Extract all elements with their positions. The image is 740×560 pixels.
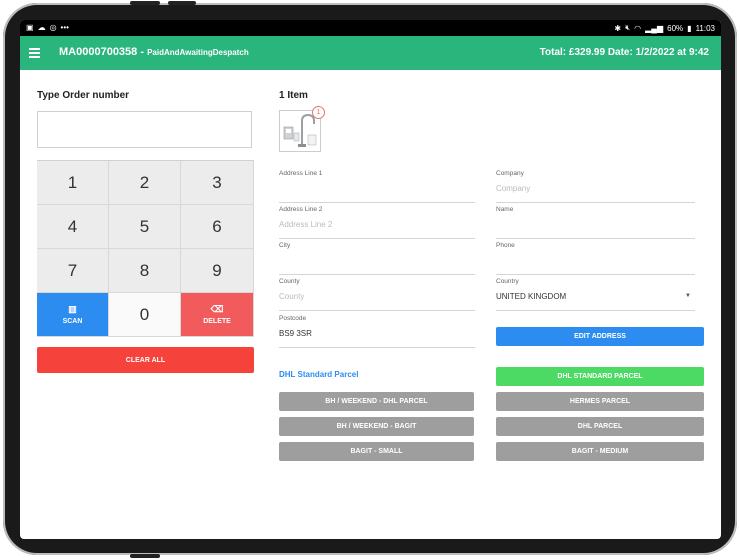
service-button-bh-weekend-bagit[interactable]: BH / WEEKEND - BAGIT [279, 417, 474, 436]
address-line2-label: Address Line 2 [279, 206, 323, 213]
postcode-value: BS9 3SR [279, 329, 312, 338]
address-line2-placeholder: Address Line 2 [279, 220, 333, 229]
company-field[interactable]: Company Company [496, 170, 695, 203]
scan-button[interactable]: ▥ SCAN [37, 293, 109, 337]
service-button-bagit-medium[interactable]: BAGIT - MEDIUM [496, 442, 704, 461]
order-totals: Total: £329.99 Date: 1/2/2022 at 9:42 [539, 47, 709, 58]
image-icon: ▣ [26, 23, 34, 32]
bluetooth-icon: ✱ [614, 23, 622, 33]
signal-icon: ▂▄▆ [645, 23, 664, 33]
phone-field[interactable]: Phone [496, 242, 695, 275]
name-field[interactable]: Name [496, 206, 695, 239]
screen: ▣ ☁ ◎ ••• ✱ 🔇︎ ◠ ▂▄▆ 60% ▮ 11:03 MA00007… [20, 20, 721, 539]
county-placeholder: County [279, 292, 305, 301]
edit-address-button[interactable]: EDIT ADDRESS [496, 327, 704, 346]
order-status: PaidAndAwaitingDespatch [147, 48, 249, 57]
name-label: Name [496, 206, 514, 213]
order-entry-panel: Type Order number 1 2 3 4 5 6 7 8 9 ▥ SC… [37, 90, 254, 373]
wifi-icon: ◠ [634, 23, 642, 33]
mute-icon: 🔇︎ [625, 23, 631, 32]
city-field[interactable]: City [279, 242, 475, 275]
service-button-dhl-standard[interactable]: DHL STANDARD PARCEL [496, 367, 704, 386]
clear-all-button[interactable]: CLEAR ALL [37, 347, 254, 373]
bottom-port [130, 554, 160, 558]
key-0[interactable]: 0 [109, 293, 181, 337]
key-5[interactable]: 5 [109, 205, 181, 249]
battery-icon: ▮ [687, 23, 692, 33]
items-heading: 1 Item [279, 90, 308, 101]
city-label: City [279, 242, 291, 249]
order-title-separator: - [137, 46, 148, 58]
address-line2-field[interactable]: Address Line 2 Address Line 2 [279, 206, 475, 239]
menu-icon[interactable] [29, 48, 40, 58]
company-label: Company [496, 170, 524, 177]
address-line1-field[interactable]: Address Line 1 [279, 170, 475, 203]
service-button-bh-weekend-dhl[interactable]: BH / WEEKEND - DHL PARCEL [279, 392, 474, 411]
status-icons-left: ▣ ☁ ◎ ••• [26, 23, 69, 32]
service-button-bagit-small[interactable]: BAGIT - SMALL [279, 442, 474, 461]
battery-level: 60% [667, 23, 684, 33]
county-field[interactable]: County County [279, 278, 475, 311]
barcode-icon: ▥ [68, 303, 77, 314]
status-bar: ▣ ☁ ◎ ••• ✱ 🔇︎ ◠ ▂▄▆ 60% ▮ 11:03 [20, 20, 721, 36]
address-line1-label: Address Line 1 [279, 170, 323, 177]
keypad: 1 2 3 4 5 6 7 8 9 ▥ SCAN 0 ⌫ DELETE [37, 160, 254, 337]
service-button-dhl-parcel[interactable]: DHL PARCEL [496, 417, 704, 436]
status-icons-right: ✱ 🔇︎ ◠ ▂▄▆ 60% ▮ 11:03 [614, 23, 715, 33]
backspace-icon: ⌫ [210, 303, 224, 314]
key-8[interactable]: 8 [109, 249, 181, 293]
service-button-hermes[interactable]: HERMES PARCEL [496, 392, 704, 411]
postcode-label: Postcode [279, 315, 307, 322]
country-value: UNITED KINGDOM [496, 292, 567, 301]
order-number-input[interactable] [37, 111, 252, 148]
order-number: MA0000700358 [59, 46, 138, 58]
country-label: Country [496, 278, 519, 285]
key-7[interactable]: 7 [37, 249, 109, 293]
key-4[interactable]: 4 [37, 205, 109, 249]
clock: 11:03 [695, 23, 715, 33]
key-9[interactable]: 9 [181, 249, 254, 293]
power-button [168, 1, 196, 5]
item-count-badge: 1 [312, 106, 325, 119]
delete-label: DELETE [203, 317, 231, 325]
volume-button [130, 1, 160, 5]
key-2[interactable]: 2 [109, 161, 181, 205]
selected-shipping-service: DHL Standard Parcel [279, 370, 359, 379]
more-icon: ••• [60, 23, 69, 32]
app-bar: MA0000700358 - PaidAndAwaitingDespatch T… [20, 36, 721, 70]
key-1[interactable]: 1 [37, 161, 109, 205]
country-select[interactable]: Country UNITED KINGDOM ▼ [496, 278, 695, 311]
county-label: County [279, 278, 300, 285]
sync-icon: ◎ [49, 23, 57, 32]
delete-button[interactable]: ⌫ DELETE [181, 293, 254, 337]
key-6[interactable]: 6 [181, 205, 254, 249]
company-placeholder: Company [496, 184, 531, 193]
key-3[interactable]: 3 [181, 161, 254, 205]
order-entry-heading: Type Order number [37, 90, 130, 101]
phone-label: Phone [496, 242, 515, 249]
cloud-icon: ☁ [37, 23, 46, 32]
order-title: MA0000700358 - PaidAndAwaitingDespatch [59, 46, 249, 58]
postcode-field[interactable]: Postcode BS9 3SR [279, 315, 475, 348]
scan-label: SCAN [62, 317, 83, 325]
dropdown-arrow-icon: ▼ [685, 293, 691, 299]
